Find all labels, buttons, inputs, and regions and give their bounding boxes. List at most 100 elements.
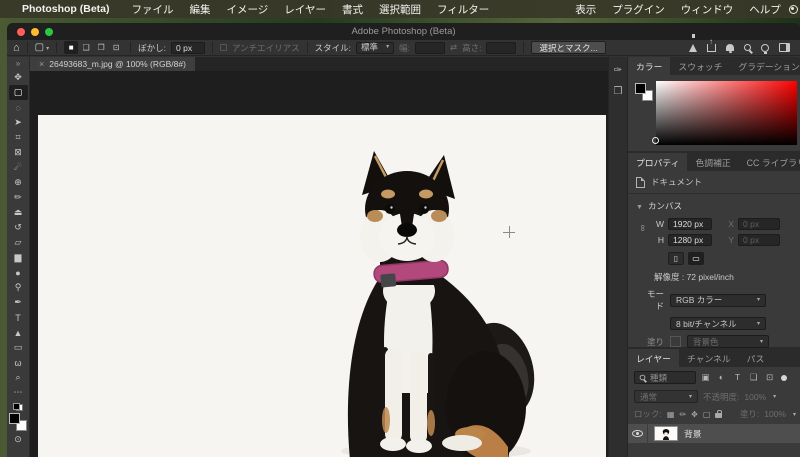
menu-select[interactable]: 選択範囲 — [379, 2, 421, 17]
canvas-width-input[interactable]: 1920 px — [668, 218, 712, 230]
antialias-checkbox[interactable] — [220, 44, 227, 51]
share-icon[interactable] — [707, 37, 716, 52]
edit-toolbar-button[interactable]: ⋯ — [9, 385, 28, 400]
tab-cc-libraries[interactable]: CC ライブラリ — [739, 153, 800, 171]
color-picker-marker[interactable] — [652, 137, 659, 144]
lock-paint-icon[interactable]: ✏ — [679, 410, 686, 419]
menu-file[interactable]: ファイル — [132, 2, 174, 17]
select-and-mask-button[interactable]: 選択とマスク... — [531, 41, 606, 54]
blend-mode-select[interactable]: 通常 ▾ — [634, 390, 698, 403]
type-tool[interactable]: T — [9, 310, 28, 325]
menu-image[interactable]: イメージ — [227, 2, 269, 17]
menu-edit[interactable]: 編集 — [190, 2, 211, 17]
canvas-section-header[interactable]: ▼ カンバス — [628, 197, 800, 216]
document-tab[interactable]: × 26493683_m.jpg @ 100% (RGB/8#) — [30, 57, 195, 71]
workspace-switcher-icon[interactable] — [779, 43, 790, 52]
canvas-y-input[interactable]: 0 px — [738, 234, 780, 246]
tab-properties[interactable]: プロパティ — [628, 153, 688, 171]
eyedropper-tool[interactable]: ☄ — [9, 160, 28, 175]
layer-thumbnail[interactable] — [654, 426, 678, 441]
frame-tool[interactable]: ⊠ — [9, 145, 28, 160]
tab-gradients[interactable]: グラデーション — [730, 57, 800, 75]
tab-adjustments[interactable]: 色調補正 — [687, 153, 738, 171]
subtract-selection-button[interactable]: ❐ — [94, 41, 108, 54]
swap-dimensions-icon[interactable]: ⇄ — [450, 42, 457, 53]
home-icon[interactable]: ⌂ — [13, 41, 20, 55]
shape-layers-filter-icon[interactable]: ❏ — [747, 371, 760, 384]
gradient-tool[interactable]: ▆ — [9, 250, 28, 265]
collapsed-panels-icon[interactable]: ❒ — [614, 86, 623, 97]
canvas-viewport[interactable] — [30, 71, 608, 457]
menu-plugins[interactable]: プラグイン — [612, 2, 665, 17]
window-minimize-button[interactable] — [31, 27, 39, 36]
collapse-tools-icon[interactable]: » — [16, 57, 20, 70]
lock-all-icon[interactable] — [715, 410, 723, 418]
intersect-selection-button[interactable]: ⊡ — [109, 41, 123, 54]
quick-mask-button[interactable]: ⊙ — [14, 434, 22, 445]
menu-help[interactable]: ヘルプ — [749, 2, 781, 17]
search-icon[interactable] — [744, 44, 751, 51]
portrait-orientation-button[interactable]: ▯ — [668, 252, 684, 265]
lock-transparency-icon[interactable]: ▦ — [667, 410, 675, 419]
close-tab-icon[interactable]: × — [39, 59, 44, 69]
foreground-color-swatch[interactable] — [635, 83, 646, 94]
discover-lightbulb-icon[interactable] — [761, 43, 769, 54]
tab-layers[interactable]: レイヤー — [628, 349, 679, 367]
window-zoom-button[interactable] — [45, 27, 53, 36]
fill-select[interactable]: 背景色 ▾ — [687, 335, 769, 348]
rectangular-marquee-tool[interactable]: ▢ — [8, 85, 28, 100]
move-tool[interactable]: ✥ — [9, 70, 28, 85]
link-dimensions-icon[interactable]: ∞ — [638, 225, 648, 231]
layer-visibility-cell[interactable] — [628, 424, 648, 443]
type-layers-filter-icon[interactable]: T — [731, 371, 744, 384]
feather-input[interactable]: 0 px — [171, 41, 205, 54]
rectangle-tool[interactable]: ▭ — [9, 340, 28, 355]
canvas-x-input[interactable]: 0 px — [738, 218, 780, 230]
object-selection-tool[interactable]: ➤ — [9, 115, 28, 130]
color-mode-select[interactable]: RGB カラー ▾ — [670, 293, 766, 307]
crop-tool[interactable]: ⌗ — [9, 130, 28, 145]
style-select[interactable]: 標準 ▾ — [356, 41, 395, 54]
spot-healing-brush-tool[interactable]: ⊕ — [9, 175, 28, 190]
pixel-layers-filter-icon[interactable]: ▣ — [699, 371, 712, 384]
menu-layer[interactable]: レイヤー — [284, 2, 326, 17]
color-picker-gradient[interactable] — [656, 81, 797, 145]
dodge-tool[interactable]: ⚲ — [9, 280, 28, 295]
landscape-orientation-button[interactable]: ▭ — [688, 252, 704, 265]
lock-artboard-icon[interactable]: ▢ — [703, 410, 711, 419]
fill-color-swatch[interactable] — [670, 336, 681, 347]
default-colors-icon[interactable] — [13, 403, 23, 411]
menu-view[interactable]: 表示 — [575, 2, 596, 17]
adjustment-layers-filter-icon[interactable]: ◐ — [715, 371, 728, 384]
tab-swatches[interactable]: スウォッチ — [670, 57, 730, 75]
tool-preset-marquee[interactable]: ▢ ▾ — [35, 41, 49, 55]
history-brush-tool[interactable]: ↺ — [9, 220, 28, 235]
new-selection-button[interactable]: ■ — [64, 41, 79, 54]
clone-stamp-tool[interactable]: ⏏ — [9, 205, 28, 220]
screen-record-icon[interactable] — [788, 4, 798, 14]
pen-tool[interactable]: ✒ — [9, 295, 28, 310]
brush-tool[interactable]: ✏ — [9, 190, 28, 205]
lock-position-icon[interactable]: ✥ — [691, 410, 698, 419]
window-close-button[interactable] — [17, 27, 25, 36]
menu-window[interactable]: ウィンドウ — [681, 2, 734, 17]
menu-type[interactable]: 書式 — [342, 2, 363, 17]
height-input[interactable] — [486, 41, 517, 54]
notifications-bell-icon[interactable] — [726, 44, 734, 53]
foreground-color-swatch[interactable] — [9, 413, 20, 424]
add-selection-button[interactable]: ❑ — [79, 41, 93, 54]
comment-panel-icon[interactable]: ✑ — [614, 65, 622, 76]
blur-tool[interactable]: ● — [9, 265, 28, 280]
width-input[interactable] — [414, 41, 445, 54]
canvas-height-input[interactable]: 1280 px — [668, 234, 712, 246]
color-panel-swatches[interactable] — [635, 83, 653, 101]
layer-fill-value[interactable]: 100% — [764, 409, 786, 419]
lasso-tool[interactable]: ◌ — [9, 100, 28, 115]
zoom-tool[interactable]: ⌕ — [9, 370, 28, 385]
foreground-background-swatches[interactable] — [9, 413, 27, 431]
eraser-tool[interactable]: ▱ — [9, 235, 28, 250]
opacity-value[interactable]: 100% — [744, 392, 766, 402]
path-selection-tool[interactable]: ▲ — [9, 325, 28, 340]
layer-row-background[interactable]: 背景 — [628, 424, 800, 443]
layer-filter-select[interactable]: 種類 — [634, 371, 696, 384]
